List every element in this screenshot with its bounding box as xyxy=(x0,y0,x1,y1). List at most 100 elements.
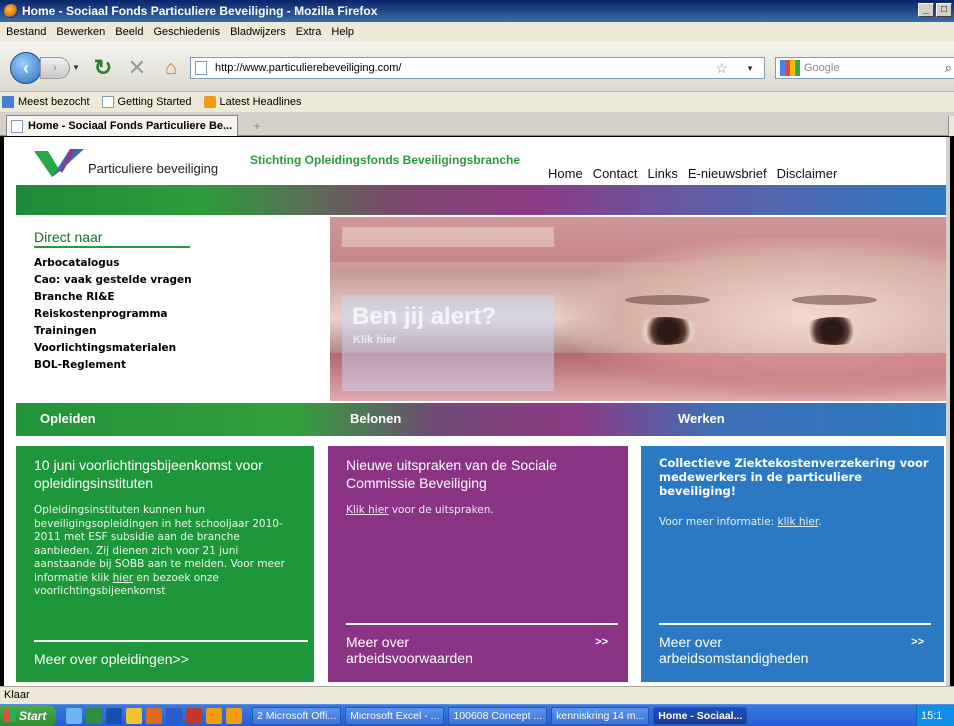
reload-icon: ↻ xyxy=(93,55,113,80)
card-title: Nieuwe uitspraken van de Sociale Commiss… xyxy=(346,457,557,491)
card-footer-link[interactable]: Meer over arbeidsomstandigheden xyxy=(659,634,808,666)
link-branche-rie[interactable]: Branche RI&E xyxy=(34,289,192,306)
card-link-klik-hier[interactable]: klik hier xyxy=(778,516,819,528)
link-trainingen[interactable]: Trainingen xyxy=(34,323,192,340)
firefox-icon[interactable] xyxy=(106,707,122,724)
status-text: Klaar xyxy=(4,689,30,701)
card-body: Voor meer informatie: klik hier. xyxy=(659,516,924,530)
category-opleiden[interactable]: Opleiden xyxy=(40,411,96,426)
url-text[interactable]: http://www.particulierebeveiliging.com/ xyxy=(215,62,401,74)
hero-title[interactable]: Ben jij alert? xyxy=(352,303,496,331)
logo-text[interactable]: Particuliere beveiliging xyxy=(88,161,218,176)
most-visited-icon xyxy=(2,96,14,108)
menu-bladwijzers[interactable]: Bladwijzers xyxy=(230,26,286,38)
card-opleiden: 10 juni voorlichtingsbijeenkomst voor op… xyxy=(16,446,314,682)
logo-icon[interactable] xyxy=(32,143,86,181)
taskbar-item-concept[interactable]: 100608 Concept ... xyxy=(448,706,548,725)
firefox-icon xyxy=(4,4,18,18)
hero-link[interactable]: Klik hier xyxy=(353,334,396,346)
url-bar[interactable]: http://www.particulierebeveiliging.com/ … xyxy=(190,57,765,79)
taskbar-item-home[interactable]: Home - Sociaal... xyxy=(653,706,748,725)
link-reiskostenprogramma[interactable]: Reiskostenprogramma xyxy=(34,306,192,323)
powerpoint-icon[interactable] xyxy=(186,707,202,724)
tab-home[interactable]: Home - Sociaal Fonds Particuliere Be... xyxy=(6,115,238,136)
link-bol-reglement[interactable]: BOL-Reglement xyxy=(34,357,192,374)
ie-icon[interactable] xyxy=(66,707,82,724)
rss-icon xyxy=(203,96,216,108)
hero-brow xyxy=(625,295,710,305)
page-viewport: Particuliere beveiliging Stichting Oplei… xyxy=(4,137,950,686)
app-icon[interactable] xyxy=(206,707,222,724)
card-divider xyxy=(346,623,618,625)
outlook-icon[interactable] xyxy=(146,707,162,724)
reload-button[interactable]: ↻ xyxy=(90,55,116,81)
word-icon[interactable] xyxy=(166,707,182,724)
menu-geschiedenis[interactable]: Geschiedenis xyxy=(153,26,220,38)
tab-bar: Home - Sociaal Fonds Particuliere Be... … xyxy=(0,112,954,136)
back-button[interactable]: ‹ xyxy=(10,52,42,84)
new-tab-button[interactable]: + xyxy=(244,116,270,136)
hero-eye xyxy=(630,317,700,345)
nav-disclaimer[interactable]: Disclaimer xyxy=(777,166,838,181)
card-link-hier[interactable]: hier xyxy=(113,572,133,584)
card-footer-link[interactable]: Meer over opleidingen>> xyxy=(34,651,189,667)
url-dropdown-icon[interactable]: ▼ xyxy=(746,64,754,73)
start-button[interactable]: Start xyxy=(0,704,56,726)
folder-icon[interactable] xyxy=(126,707,142,724)
bookmark-getting-started[interactable]: Getting Started xyxy=(101,96,192,108)
card-body: Klik hier voor de uitspraken. xyxy=(346,504,611,518)
stop-button[interactable]: ✕ xyxy=(124,55,150,81)
bookmark-label: Meest bezocht xyxy=(18,96,90,108)
menu-bestand[interactable]: Bestand xyxy=(6,26,46,38)
search-input[interactable]: Google xyxy=(804,62,839,74)
excel-icon[interactable] xyxy=(86,707,102,724)
card-belonen: Nieuwe uitspraken van de Sociale Commiss… xyxy=(328,446,628,682)
decorative-gradient-bar xyxy=(16,185,948,215)
link-cao-vragen[interactable]: Cao: vaak gestelde vragen xyxy=(34,272,192,289)
taskbar-item-excel[interactable]: Microsoft Excel - ... xyxy=(345,706,445,725)
scrollbar-edge[interactable] xyxy=(946,137,950,686)
search-bar[interactable]: Google ⌕ xyxy=(775,57,954,79)
taskbar: Start 2 Microsoft Offi... Microsoft Exce… xyxy=(0,704,954,726)
link-arbocatalogus[interactable]: Arbocatalogus xyxy=(34,255,192,272)
forward-button[interactable]: › xyxy=(40,57,70,79)
menu-help[interactable]: Help xyxy=(331,26,354,38)
taskbar-item-kenniskring[interactable]: kenniskring 14 m... xyxy=(551,706,650,725)
foundation-name: Stichting Opleidingsfonds Beveiligingsbr… xyxy=(250,153,521,167)
card-arrow[interactable]: >> xyxy=(595,636,608,648)
hero-banner[interactable]: Ben jij alert? Klik hier xyxy=(330,217,948,401)
bookmark-most-visited[interactable]: Meest bezocht xyxy=(2,96,90,108)
nav-links[interactable]: Links xyxy=(648,166,678,181)
bookmark-latest-headlines[interactable]: Latest Headlines xyxy=(203,96,302,108)
page-icon xyxy=(101,96,114,108)
maximize-button[interactable]: □ xyxy=(936,3,952,17)
menu-beeld[interactable]: Beeld xyxy=(115,26,143,38)
bookmark-star-icon[interactable]: ☆ xyxy=(715,60,728,77)
menu-bewerken[interactable]: Bewerken xyxy=(56,26,105,38)
card-footer-line: Meer over xyxy=(346,634,410,650)
menu-extra[interactable]: Extra xyxy=(296,26,322,38)
windows-logo-icon xyxy=(4,709,16,722)
category-belonen[interactable]: Belonen xyxy=(350,411,401,426)
direct-underline xyxy=(34,246,190,248)
card-title: 10 juni voorlichtingsbijeenkomst voor op… xyxy=(34,457,263,491)
card-arrow[interactable]: >> xyxy=(911,636,924,648)
card-link-klik-hier[interactable]: Klik hier xyxy=(346,504,389,516)
home-button[interactable]: ⌂ xyxy=(158,55,184,81)
card-werken: Collectieve Ziektekostenverzekering voor… xyxy=(641,446,944,682)
clock[interactable]: 15:1 xyxy=(921,710,942,722)
card-footer-link[interactable]: Meer over arbeidsvoorwaarden xyxy=(346,634,473,666)
app-icon[interactable] xyxy=(226,707,242,724)
nav-e-nieuwsbrief[interactable]: E-nieuwsbrief xyxy=(688,166,767,181)
page-icon xyxy=(11,119,23,133)
taskbar-item-office[interactable]: 2 Microsoft Offi... xyxy=(252,706,342,725)
search-icon[interactable]: ⌕ xyxy=(945,60,952,76)
category-werken[interactable]: Werken xyxy=(678,411,725,426)
minimize-button[interactable]: _ xyxy=(918,3,934,17)
google-icon[interactable] xyxy=(780,60,800,76)
link-voorlichtingsmaterialen[interactable]: Voorlichtingsmaterialen xyxy=(34,340,192,357)
history-dropdown-button[interactable]: ▼ xyxy=(72,57,82,79)
nav-contact[interactable]: Contact xyxy=(593,166,638,181)
nav-home[interactable]: Home xyxy=(548,166,583,181)
card-divider xyxy=(34,640,308,642)
